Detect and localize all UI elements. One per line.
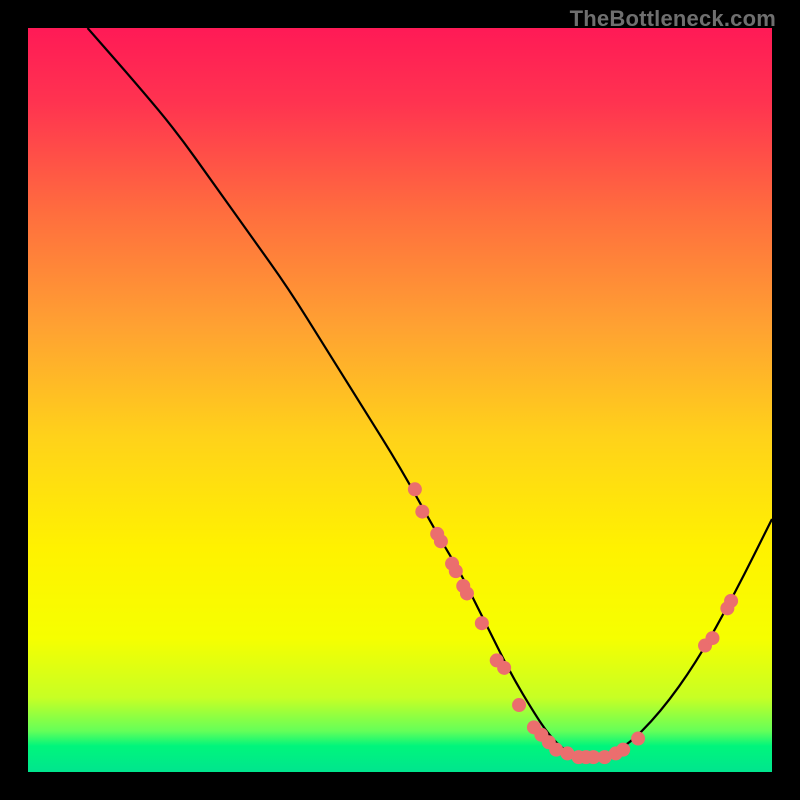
curve-marker xyxy=(724,594,738,608)
curve-marker xyxy=(512,698,526,712)
curve-marker xyxy=(705,631,719,645)
curve-marker xyxy=(616,743,630,757)
curve-marker xyxy=(415,505,429,519)
chart-container: { "attribution": "TheBottleneck.com", "c… xyxy=(0,0,800,800)
curve-markers xyxy=(408,482,738,764)
curve-marker xyxy=(408,482,422,496)
curve-marker xyxy=(449,564,463,578)
bottleneck-curve xyxy=(88,28,772,757)
curve-marker xyxy=(497,661,511,675)
curve-marker xyxy=(434,534,448,548)
curve-layer xyxy=(28,28,772,772)
curve-marker xyxy=(460,586,474,600)
curve-marker xyxy=(631,732,645,746)
plot-area xyxy=(28,28,772,772)
curve-marker xyxy=(475,616,489,630)
attribution-text: TheBottleneck.com xyxy=(570,6,776,32)
